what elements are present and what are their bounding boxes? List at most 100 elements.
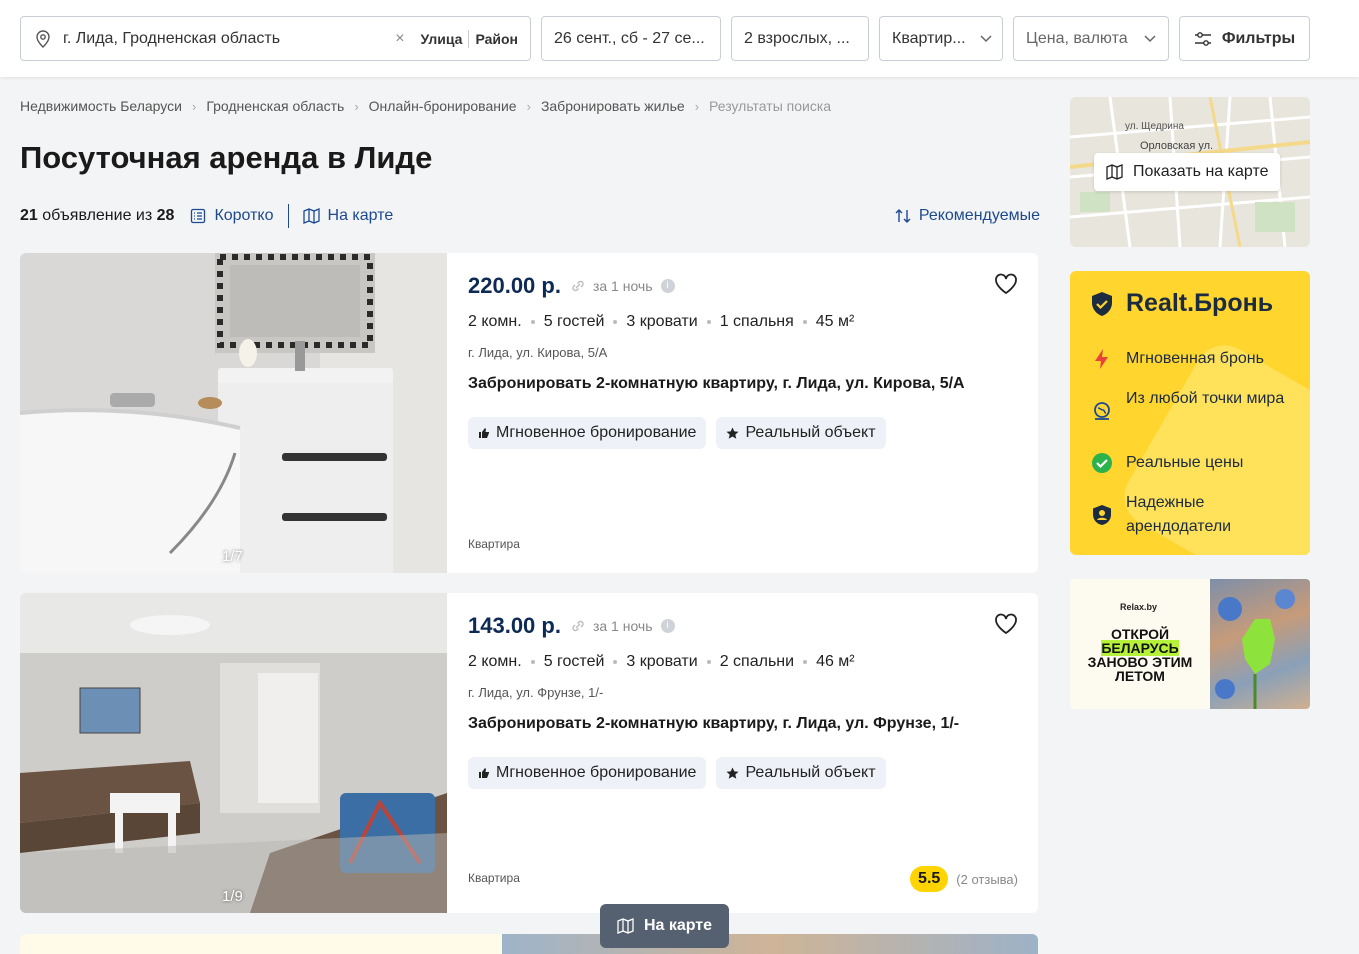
spec-area: 46 м² [816, 653, 855, 670]
relax-banner[interactable]: Relax.by ОТКРОЙ БЕЛАРУСЬ ЗАНОВО ЭТИМ ЛЕТ… [1070, 579, 1310, 709]
district-option[interactable]: Район [469, 31, 524, 47]
tag-real-object: Реальный объект [716, 417, 886, 449]
spec-dot [530, 660, 535, 664]
promo-item: Надежные арендодатели [1126, 494, 1232, 535]
listing-address: г. Лида, ул. Кирова, 5/А [468, 345, 608, 360]
chevron-right-icon: › [191, 98, 197, 114]
listing-card[interactable]: 1/7 220.00 р. за 1 ночь i 2 комн. 5 гост… [20, 253, 1038, 573]
filters-button[interactable]: Фильтры [1179, 16, 1310, 61]
guests-value: 2 взрослых, ... [744, 29, 850, 47]
map-view-button[interactable]: На карте [302, 207, 393, 225]
sliders-icon [1194, 31, 1211, 46]
promo-item: Реальные цены [1126, 454, 1244, 471]
tag-label: Мгновенное бронирование [496, 764, 697, 781]
listing-title[interactable]: Забронировать 2-комнатную квартиру, г. Л… [468, 375, 965, 393]
search-bar: г. Лида, Гродненская область × Улица Рай… [0, 0, 1359, 77]
map-icon [1106, 164, 1123, 180]
divider [287, 204, 289, 228]
chevron-down-icon [1144, 34, 1156, 42]
check-circle-icon [1092, 453, 1112, 473]
list-icon [191, 208, 206, 224]
realt-bron-promo[interactable]: Realt.Бронь Мгновенная бронь Из любой то… [1070, 271, 1310, 555]
listing-title[interactable]: Забронировать 2-комнатную квартиру, г. Л… [468, 715, 959, 733]
promo-brand: Realt.Бронь [1090, 289, 1273, 318]
heart-icon[interactable] [994, 273, 1018, 295]
spec-area: 45 м² [815, 313, 855, 330]
page-title: Посуточная аренда в Лиде [20, 140, 433, 175]
map-street-label: Орловская ул. [1140, 140, 1213, 152]
spec-rooms: 2 комн. [468, 313, 522, 330]
spec-rooms: 2 комн. [468, 653, 522, 670]
type-select[interactable]: Квартир... [879, 16, 1003, 61]
street-option[interactable]: Улица [415, 31, 469, 47]
listing-rating[interactable]: 5.5 (2 отзыва) [910, 866, 1018, 892]
listing-photo [502, 934, 1038, 954]
lightning-icon [1095, 349, 1108, 369]
price-row: 220.00 р. за 1 ночь i [468, 273, 675, 299]
listing-kind: Квартира [468, 537, 520, 551]
map-icon [302, 208, 320, 224]
sort-label: Рекомендуемые [918, 207, 1040, 224]
show-on-map-button[interactable]: Показать на карте [1094, 153, 1281, 191]
promo-brand-label: Realt.Бронь [1126, 289, 1274, 317]
listing-price: 143.00 р. [468, 613, 561, 638]
floating-map-label: На карте [643, 917, 713, 934]
info-icon[interactable]: i [660, 619, 675, 633]
tag-label: Реальный объект [745, 424, 876, 441]
floating-map-button[interactable]: На карте [600, 904, 729, 948]
heart-icon[interactable] [994, 613, 1018, 635]
slogan-line: ЗАНОВО ЭТИМ [1087, 654, 1193, 670]
spec-guests: 5 гостей [543, 653, 605, 670]
breadcrumb-item[interactable]: Онлайн-бронирование [369, 98, 517, 114]
link-icon[interactable] [571, 279, 585, 293]
user-shield-icon [1093, 505, 1111, 525]
short-view-button[interactable]: Коротко [190, 207, 274, 225]
spec-beds: 3 кровати [626, 313, 698, 330]
breadcrumb-item[interactable]: Гродненская область [206, 98, 344, 114]
link-icon[interactable] [571, 619, 585, 633]
price-period: за 1 ночь [592, 618, 653, 634]
short-view-label: Коротко [214, 207, 274, 224]
chevron-right-icon: › [526, 98, 531, 114]
results-bar: 21 объявление из 28 Коротко На карте Рек… [20, 204, 1040, 228]
map-icon [617, 918, 634, 934]
price-row: 143.00 р. за 1 ночь i [468, 613, 675, 639]
location-pin-icon [36, 29, 50, 48]
spec-dot [706, 320, 711, 324]
listing-card-partial[interactable] [20, 934, 1038, 954]
banner-photo [1210, 579, 1310, 709]
tag-real-object: Реальный объект [716, 757, 886, 789]
listing-card[interactable]: 1/9 143.00 р. за 1 ночь i 2 комн. 5 гост… [20, 593, 1038, 913]
banner-brand: Relax.by [1120, 602, 1158, 612]
slogan-line: ЛЕТОМ [1115, 668, 1165, 684]
sort-button[interactable]: Рекомендуемые [895, 207, 1040, 225]
price-placeholder: Цена, валюта [1026, 29, 1128, 47]
thumbs-up-icon [479, 768, 489, 778]
listing-specs: 2 комн. 5 гостей 3 кровати 2 спальни 46 … [468, 653, 855, 671]
rating-score: 5.5 [910, 866, 949, 892]
location-input[interactable]: г. Лида, Гродненская область [63, 30, 395, 48]
tag-instant-booking: Мгновенное бронирование [468, 417, 707, 449]
spec-dot [613, 660, 618, 664]
listing-kind: Квартира [468, 871, 520, 885]
spec-dot [530, 320, 535, 324]
filters-label: Фильтры [1221, 29, 1296, 47]
clear-location-icon[interactable]: × [395, 30, 404, 48]
dates-field[interactable]: 26 сент., сб - 27 се... [541, 16, 721, 61]
sort-icon [895, 209, 911, 223]
breadcrumb-current: Результаты поиска [709, 98, 832, 114]
tag-label: Реальный объект [745, 764, 876, 781]
guests-field[interactable]: 2 взрослых, ... [731, 16, 869, 61]
price-select[interactable]: Цена, валюта [1013, 16, 1169, 61]
listing-photo[interactable]: 1/9 [20, 593, 447, 913]
chevron-right-icon: › [354, 98, 359, 114]
spec-dot [803, 660, 808, 664]
info-icon[interactable]: i [660, 279, 675, 293]
breadcrumb-item[interactable]: Забронировать жилье [541, 98, 685, 114]
listing-info: 143.00 р. за 1 ночь i 2 комн. 5 гостей 3… [468, 593, 1038, 913]
listing-photo[interactable]: 1/7 [20, 253, 447, 573]
spec-guests: 5 гостей [543, 313, 605, 330]
map-widget[interactable]: ул. Щедрина Орловская ул. Показать на ка… [1070, 97, 1310, 247]
breadcrumb-item[interactable]: Недвижимость Беларуси [20, 98, 182, 114]
location-field[interactable]: г. Лида, Гродненская область × Улица Рай… [20, 16, 531, 61]
